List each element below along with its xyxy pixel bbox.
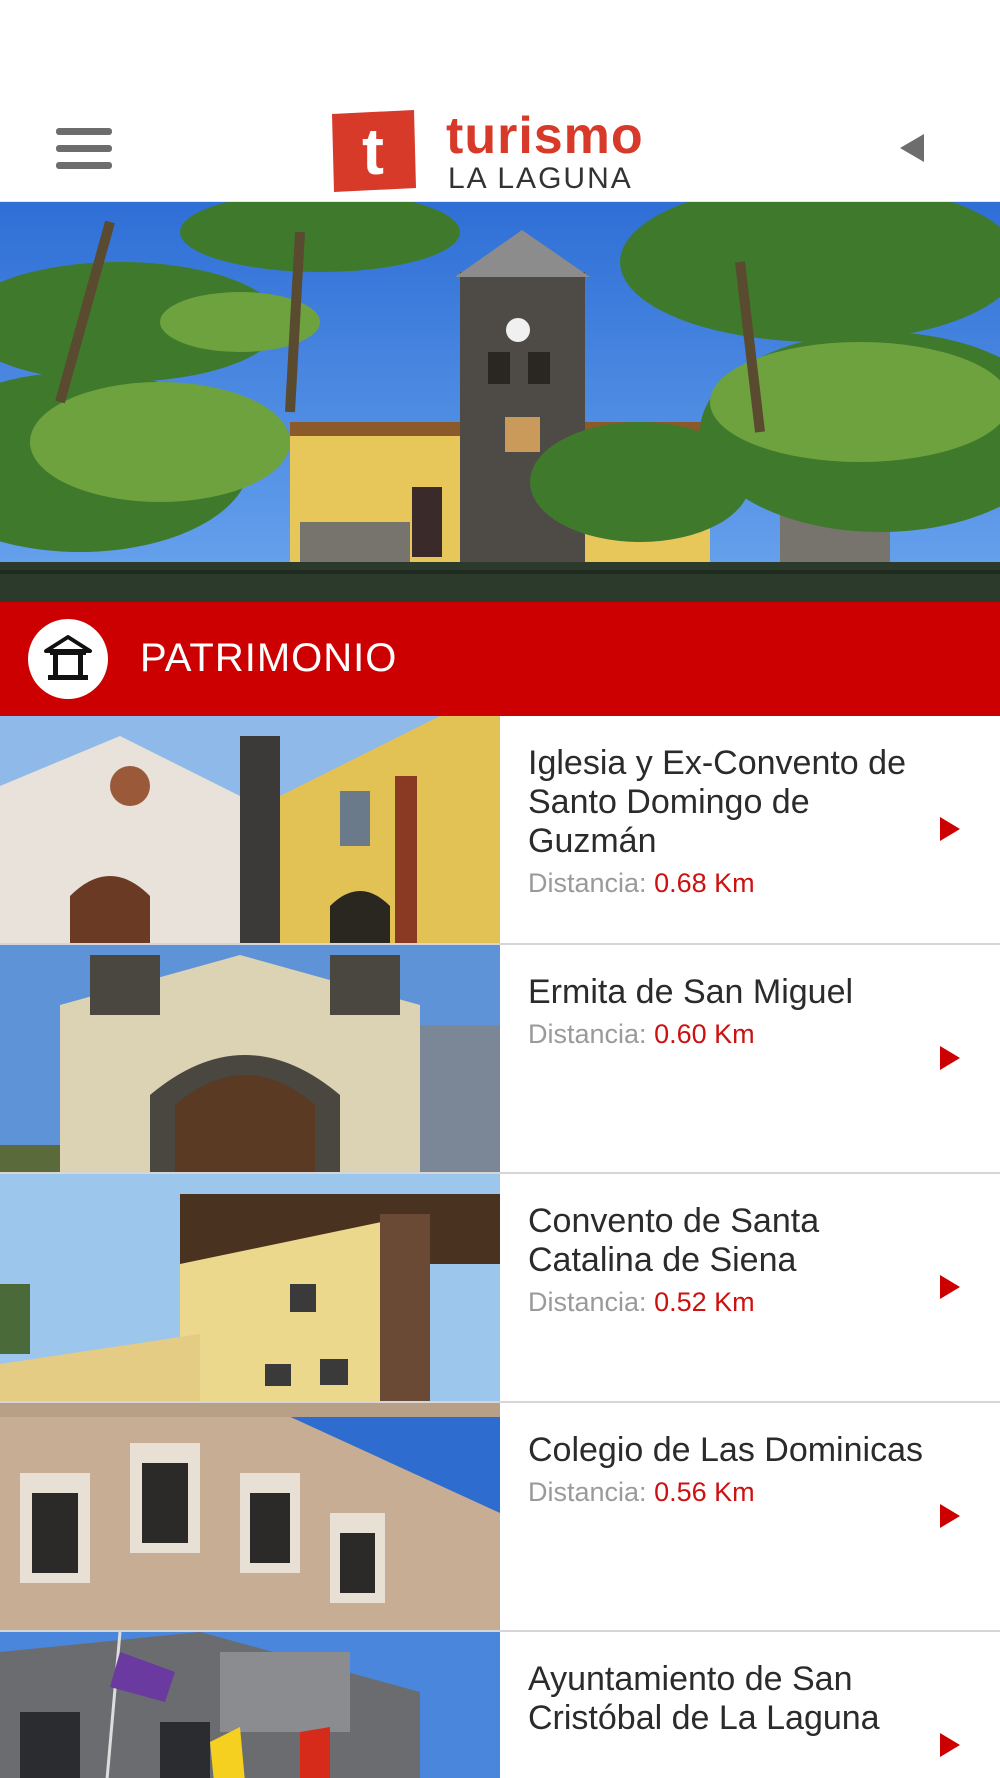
- app-header: t turismo LA LAGUNA: [0, 90, 1000, 202]
- chevron-right-icon: [940, 1046, 960, 1070]
- place-thumbnail: [0, 1403, 500, 1630]
- distance-value: 0.68 Km: [654, 868, 755, 898]
- place-list: Iglesia y Ex-Convento de Santo Domingo d…: [0, 716, 1000, 1778]
- list-item[interactable]: Convento de Santa Catalina de Siena Dist…: [0, 1174, 1000, 1403]
- distance-value: 0.60 Km: [654, 1019, 755, 1049]
- app-logo: t turismo LA LAGUNA: [328, 107, 688, 195]
- section-title: PATRIMONIO: [140, 636, 398, 680]
- list-item[interactable]: Ayuntamiento de San Cristóbal de La Lagu…: [0, 1632, 1000, 1778]
- monument-icon: [28, 619, 108, 699]
- status-bar: [0, 0, 1000, 90]
- place-title: Colegio de Las Dominicas: [528, 1431, 923, 1469]
- list-item[interactable]: Ermita de San Miguel Distancia: 0.60 Km: [0, 945, 1000, 1174]
- distance-row: Distancia: 0.60 Km: [528, 1018, 928, 1050]
- item-text: Ermita de San Miguel Distancia: 0.60 Km: [528, 973, 928, 1050]
- place-thumbnail: [0, 945, 500, 1172]
- chevron-right-icon: [940, 1733, 960, 1757]
- distance-row: Distancia: 0.56 Km: [528, 1476, 928, 1508]
- hamburger-menu-icon[interactable]: [56, 128, 114, 170]
- place-thumbnail: [0, 1632, 500, 1778]
- list-item[interactable]: Iglesia y Ex-Convento de Santo Domingo d…: [0, 716, 1000, 945]
- distance-label: Distancia:: [528, 1287, 647, 1317]
- list-item[interactable]: Colegio de Las Dominicas Distancia: 0.56…: [0, 1403, 1000, 1632]
- distance-value: 0.52 Km: [654, 1287, 755, 1317]
- logo-letter: t: [362, 114, 384, 188]
- distance-row: Distancia: 0.52 Km: [528, 1286, 928, 1318]
- hero-image: [0, 202, 1000, 602]
- place-title: Iglesia y Ex-Convento de Santo Domingo d…: [528, 744, 906, 860]
- section-banner: PATRIMONIO: [0, 602, 1000, 716]
- distance-label: Distancia:: [528, 1477, 647, 1507]
- item-text: Iglesia y Ex-Convento de Santo Domingo d…: [528, 744, 928, 899]
- distance-label: Distancia:: [528, 1019, 647, 1049]
- back-triangle-icon[interactable]: [896, 130, 932, 166]
- item-text: Colegio de Las Dominicas Distancia: 0.56…: [528, 1431, 928, 1508]
- place-thumbnail: [0, 716, 500, 943]
- chevron-right-icon: [940, 1504, 960, 1528]
- logo-subtitle: LA LAGUNA: [448, 162, 633, 195]
- item-text: Convento de Santa Catalina de Siena Dist…: [528, 1202, 928, 1318]
- chevron-right-icon: [940, 1275, 960, 1299]
- place-title: Ermita de San Miguel: [528, 973, 854, 1011]
- place-title: Convento de Santa Catalina de Siena: [528, 1202, 820, 1279]
- distance-row: Distancia: 0.68 Km: [528, 867, 928, 899]
- distance-value: 0.56 Km: [654, 1477, 755, 1507]
- distance-label: Distancia:: [528, 868, 647, 898]
- item-text: Ayuntamiento de San Cristóbal de La Lagu…: [528, 1660, 928, 1738]
- logo-title: turismo: [446, 107, 644, 165]
- place-thumbnail: [0, 1174, 500, 1401]
- place-title: Ayuntamiento de San Cristóbal de La Lagu…: [528, 1660, 880, 1737]
- logo-mark-icon: t: [332, 110, 416, 192]
- chevron-right-icon: [940, 817, 960, 841]
